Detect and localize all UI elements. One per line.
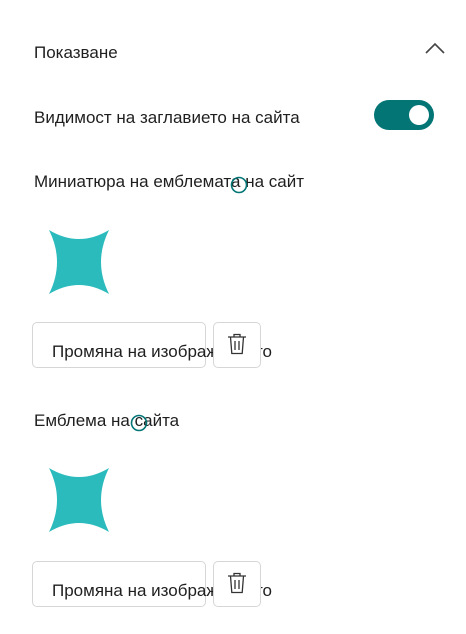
toggle-knob [409, 105, 429, 125]
site-title-visibility-label: Видимост на заглавието на сайта [34, 108, 300, 127]
site-logo-image [49, 468, 109, 532]
site-title-visibility-toggle[interactable] [374, 100, 434, 130]
site-logo-label: Емблема на сайта [34, 411, 180, 430]
section-title: Показване [34, 43, 118, 62]
info-icon[interactable] [130, 414, 148, 432]
trash-icon [228, 333, 246, 355]
site-logo-thumbnail-image [49, 230, 109, 294]
site-logo-thumbnail-label: Миниатюра на емблемата на сайт [34, 172, 304, 191]
chevron-up-icon[interactable] [424, 40, 446, 56]
info-icon[interactable] [230, 176, 248, 194]
trash-icon [228, 572, 246, 594]
